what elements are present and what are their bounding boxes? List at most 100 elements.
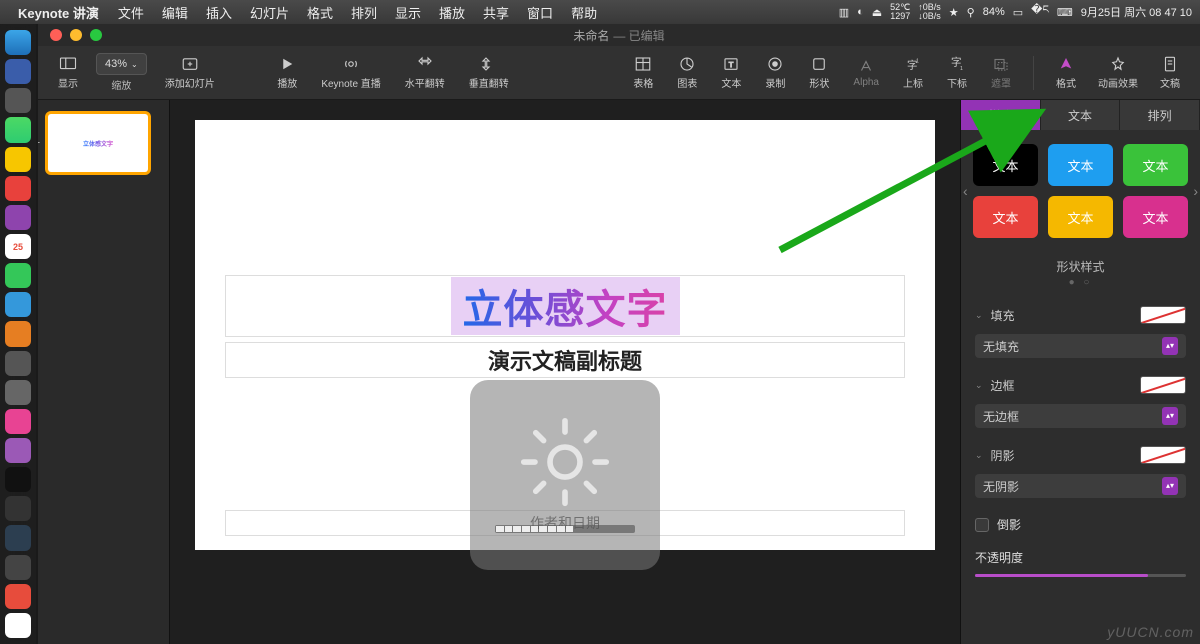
border-select[interactable]: 无边框▴▾: [975, 404, 1186, 428]
superscript-button[interactable]: 字1上标: [897, 51, 929, 94]
menu-format[interactable]: 格式: [300, 3, 340, 22]
dock-app-icon[interactable]: [5, 263, 31, 288]
minimize-icon[interactable]: [70, 29, 82, 41]
menu-file[interactable]: 文件: [111, 3, 151, 22]
page-dots: ● ○: [961, 277, 1200, 288]
dock-app-icon[interactable]: [5, 467, 31, 492]
dock-app-icon[interactable]: [5, 496, 31, 521]
traffic-lights: [50, 29, 102, 41]
status-icon[interactable]: ⏏: [872, 6, 882, 19]
style-preset[interactable]: 文本: [1048, 144, 1113, 186]
menu-play[interactable]: 播放: [432, 3, 472, 22]
shape-button[interactable]: 形状: [803, 51, 835, 94]
shadow-select[interactable]: 无阴影▴▾: [975, 474, 1186, 498]
style-preset[interactable]: 文本: [973, 196, 1038, 238]
table-button[interactable]: 表格: [627, 51, 659, 94]
fill-swatch[interactable]: [1140, 306, 1186, 324]
document-inspector-button[interactable]: 文稿: [1154, 51, 1186, 94]
input-icon[interactable]: ⌨: [1057, 6, 1073, 19]
chevron-down-icon[interactable]: ⌄: [975, 380, 983, 391]
dock-app-icon[interactable]: [5, 176, 31, 201]
dock-app-icon[interactable]: [5, 555, 31, 580]
brightness-hud: [470, 380, 660, 570]
shape-style-label: 形状样式: [961, 258, 1200, 275]
tab-arrange[interactable]: 排列: [1120, 100, 1200, 130]
animate-inspector-button[interactable]: 动画效果: [1092, 51, 1144, 94]
star-icon[interactable]: ★: [949, 6, 959, 19]
reflection-checkbox[interactable]: [975, 518, 989, 532]
dock-calendar-icon[interactable]: 25: [5, 234, 31, 259]
border-row[interactable]: ⌄ 边框: [961, 368, 1200, 402]
play-button[interactable]: 播放: [271, 51, 303, 94]
menu-window[interactable]: 窗口: [520, 3, 560, 22]
menu-edit[interactable]: 编辑: [155, 3, 195, 22]
border-swatch[interactable]: [1140, 376, 1186, 394]
battery-percent: 84%: [983, 6, 1005, 18]
subtitle-text[interactable]: 演示文稿副标题: [488, 344, 642, 376]
status-icon[interactable]: ◐: [857, 6, 864, 18]
menu-help[interactable]: 帮助: [564, 3, 604, 22]
chevron-right-icon[interactable]: ›: [1189, 183, 1200, 199]
dock-app-icon[interactable]: [5, 147, 31, 172]
record-button[interactable]: 录制: [759, 51, 791, 94]
chevron-down-icon[interactable]: ⌄: [975, 310, 983, 321]
tab-style[interactable]: 样式: [961, 100, 1041, 130]
dock-finder-icon[interactable]: [5, 30, 31, 55]
fill-row[interactable]: ⌄ 填充: [961, 298, 1200, 332]
title-text[interactable]: 立体感文字: [463, 288, 668, 332]
app-name[interactable]: Keynote 讲演: [18, 3, 99, 22]
format-inspector-button[interactable]: 格式: [1050, 51, 1082, 94]
search-icon[interactable]: ⚲: [967, 6, 975, 19]
subtitle-textbox[interactable]: 演示文稿副标题: [225, 342, 905, 378]
style-preset[interactable]: 文本: [1123, 196, 1188, 238]
style-preset[interactable]: 文本: [1123, 144, 1188, 186]
dock-appstore-icon[interactable]: [5, 59, 31, 84]
text-button[interactable]: T文本: [715, 51, 747, 94]
chart-button[interactable]: 图表: [671, 51, 703, 94]
alpha-button[interactable]: Alpha: [847, 53, 885, 92]
menu-view[interactable]: 显示: [388, 3, 428, 22]
dock-app-icon[interactable]: [5, 292, 31, 317]
fill-select[interactable]: 无填充▴▾: [975, 334, 1186, 358]
chevron-down-icon[interactable]: ⌄: [975, 450, 983, 461]
dock-app-icon[interactable]: [5, 584, 31, 609]
opacity-slider[interactable]: [975, 574, 1186, 577]
shadow-swatch[interactable]: [1140, 446, 1186, 464]
close-icon[interactable]: [50, 29, 62, 41]
dock-app-icon[interactable]: [5, 525, 31, 550]
title-textbox[interactable]: 立体感文字: [225, 275, 905, 337]
add-slide-button[interactable]: 添加幻灯片: [159, 51, 221, 94]
dock-music-icon[interactable]: [5, 409, 31, 434]
flip-vertical-button[interactable]: 垂直翻转: [463, 51, 515, 94]
status-icon[interactable]: ▥: [839, 6, 849, 19]
dock-app-icon[interactable]: [5, 321, 31, 346]
mask-button[interactable]: 遮罩: [985, 51, 1017, 94]
menu-insert[interactable]: 插入: [199, 3, 239, 22]
dock-app-icon[interactable]: [5, 117, 31, 142]
subscript-button[interactable]: 字1下标: [941, 51, 973, 94]
dock-app-icon[interactable]: [5, 351, 31, 376]
slide-canvas[interactable]: 立体感文字 演示文稿副标题 作者和日期: [170, 100, 960, 644]
clock[interactable]: 9月25日 周六 08 47 10: [1081, 4, 1192, 20]
style-preset[interactable]: 文本: [973, 144, 1038, 186]
dock-app-icon[interactable]: [5, 88, 31, 113]
slide[interactable]: 立体感文字 演示文稿副标题 作者和日期: [195, 120, 935, 550]
dock-app-icon[interactable]: [5, 438, 31, 463]
slide-thumbnail[interactable]: 立体感文字: [48, 114, 148, 172]
keynote-window: 未命名 — 已编辑 显示 43%⌄ 缩放 添加幻灯片 播放 Keynote 直播…: [38, 24, 1200, 644]
zoom-dropdown[interactable]: 43%⌄: [96, 53, 147, 75]
fullscreen-icon[interactable]: [90, 29, 102, 41]
style-preset[interactable]: 文本: [1048, 196, 1113, 238]
keynote-live-button[interactable]: Keynote 直播: [315, 51, 386, 94]
menu-slides[interactable]: 幻灯片: [243, 3, 296, 22]
dock-app-icon[interactable]: [5, 613, 31, 638]
shadow-row[interactable]: ⌄ 阴影: [961, 438, 1200, 472]
menu-share[interactable]: 共享: [476, 3, 516, 22]
dock-app-icon[interactable]: [5, 205, 31, 230]
flip-horizontal-button[interactable]: 水平翻转: [399, 51, 451, 94]
view-button[interactable]: 显示: [52, 51, 84, 94]
dock-app-icon[interactable]: [5, 380, 31, 405]
tab-text[interactable]: 文本: [1041, 100, 1121, 130]
reflection-row[interactable]: 倒影: [961, 508, 1200, 541]
menu-arrange[interactable]: 排列: [344, 3, 384, 22]
